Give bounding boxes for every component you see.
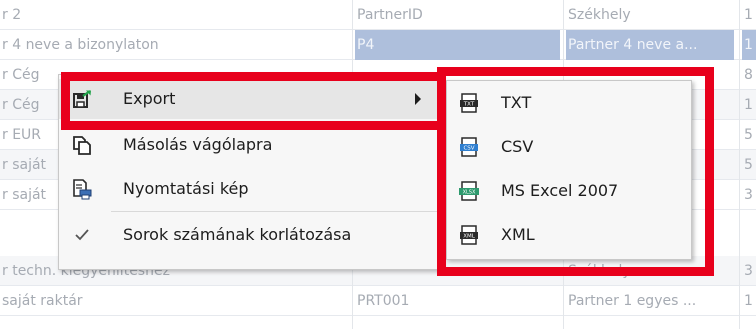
export-icon (71, 88, 93, 110)
print-preview-icon (71, 178, 93, 200)
submenu-item-label: TXT (501, 93, 532, 112)
grid-cell: PRT001 (357, 293, 410, 309)
grid-cell: Partner 1 egyes ... (568, 293, 697, 309)
grid-cell: 1 (744, 97, 753, 113)
column-divider[interactable] (739, 0, 740, 329)
grid-cell: saját raktár (2, 293, 83, 309)
xlsx-file-icon: XLSX (459, 181, 479, 201)
menu-item-limit-row-count[interactable]: Sorok számának korlátozása (59, 215, 441, 255)
txt-file-icon: TXT (459, 93, 479, 113)
submenu-item-label: CSV (501, 137, 534, 156)
grid-cell: 1 (744, 7, 753, 23)
table-row[interactable]: r 4 neve a bizonylaton P4 Partner 4 neve… (0, 30, 756, 60)
grid-cell: 1 (742, 30, 756, 60)
menu-item-copy-to-clipboard[interactable]: Másolás vágólapra (59, 125, 441, 165)
menu-item-export[interactable]: Export (59, 79, 441, 119)
grid-cell: 3 (744, 187, 753, 203)
column-header-szekhely[interactable]: Székhely (566, 0, 734, 30)
grid-cell: 8 (744, 67, 753, 83)
table-row[interactable]: saját raktár PRT001 Partner 1 egyes ... … (0, 286, 756, 316)
submenu-arrow-icon (415, 93, 421, 105)
grid-cell: Partner 4 neve a... (566, 30, 734, 60)
grid-cell: 1 (744, 293, 753, 309)
submenu-item-label: MS Excel 2007 (501, 181, 619, 200)
grid-cell: 5 (744, 157, 753, 173)
menu-separator (111, 211, 439, 212)
submenu-item-label: XML (501, 225, 535, 244)
checkmark-icon (71, 224, 93, 246)
column-header-partnerid[interactable]: PartnerID (355, 0, 560, 30)
menu-item-label: Nyomtatási kép (123, 179, 249, 198)
submenu-item-xml[interactable]: XML XML (447, 213, 691, 257)
export-submenu: TXT TXT CSV CSV XLSX MS Excel 2007 XML X… (446, 80, 692, 260)
grid-cell: 3 (744, 263, 753, 279)
context-menu: Export Másolás vágólapra Nyomtatási kép (58, 74, 442, 270)
grid-cell: P4 (355, 30, 560, 60)
grid-cell: 5 (744, 127, 753, 143)
csv-file-icon: CSV (459, 137, 479, 157)
submenu-item-ms-excel-2007[interactable]: XLSX MS Excel 2007 (447, 169, 691, 213)
menu-item-label: Másolás vágólapra (123, 135, 273, 154)
file-badge-text: CSV (463, 146, 474, 152)
file-badge-text: XLSX (463, 190, 476, 196)
menu-item-label: Export (123, 89, 176, 108)
submenu-item-csv[interactable]: CSV CSV (447, 125, 691, 169)
file-badge-text: TXT (463, 102, 475, 108)
grid-cell: r 2 (2, 7, 22, 23)
grid-cell: Székhely (568, 263, 631, 279)
copy-icon (71, 134, 93, 156)
grid-header-row: r 2 PartnerID Székhely 1 (0, 0, 756, 30)
grid-cell: r 4 neve a bizonylaton (2, 37, 159, 53)
menu-item-label: Sorok számának korlátozása (123, 225, 352, 244)
submenu-item-txt[interactable]: TXT TXT (447, 81, 691, 125)
file-badge-text: XML (463, 234, 476, 240)
menu-item-print-preview[interactable]: Nyomtatási kép (59, 169, 441, 209)
xml-file-icon: XML (459, 225, 479, 245)
